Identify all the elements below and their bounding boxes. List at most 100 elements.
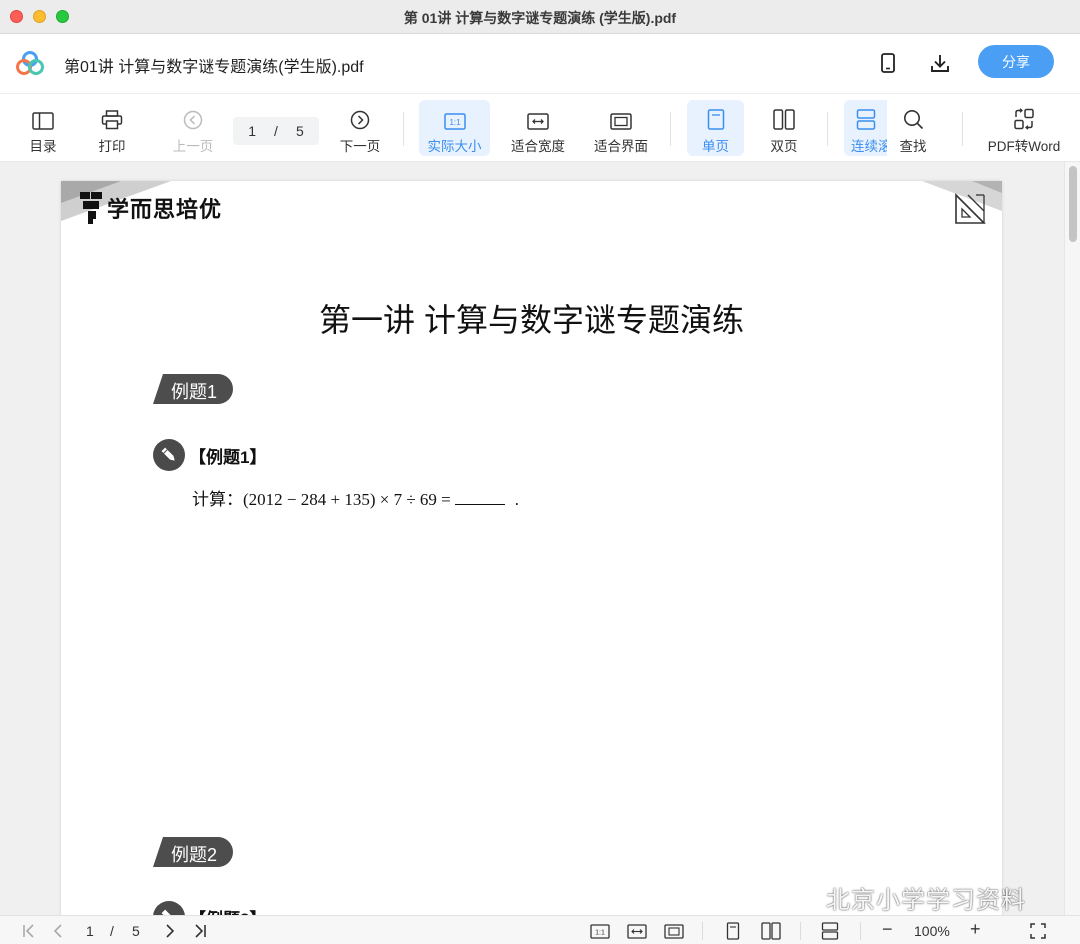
example-tab: 例题1 xyxy=(153,374,233,404)
pdf-to-word-button[interactable]: PDF转Word xyxy=(982,100,1066,156)
pdf-to-word-label: PDF转Word xyxy=(987,139,1061,154)
fit-width-icon[interactable] xyxy=(626,921,648,941)
next-page-label: 下一页 xyxy=(339,139,381,154)
ruler-triangle-icon xyxy=(955,193,986,224)
statusbar-divider xyxy=(800,922,801,940)
fit-width-label: 适合宽度 xyxy=(511,139,565,154)
problem-label: 【例题1】 xyxy=(189,447,267,467)
printer-icon xyxy=(101,104,123,130)
answer-blank xyxy=(454,491,505,505)
pencil-icon xyxy=(153,439,185,471)
catalog-label: 目录 xyxy=(29,139,57,154)
single-page-icon[interactable] xyxy=(724,921,742,941)
scrollbar-thumb[interactable] xyxy=(1069,166,1077,242)
fit-screen-icon[interactable] xyxy=(663,921,685,941)
page-number-input[interactable]: 1 / 5 xyxy=(233,117,319,145)
example-tab-label: 例题2 xyxy=(171,845,218,865)
pdf-page: 学而思培优 第一讲 计算与数字谜专题演练 例题1 【例题1】 计算：(2012 … xyxy=(61,181,1002,915)
zoom-out-button[interactable]: − xyxy=(882,919,893,940)
app-header: 第01讲 计算与数字谜专题演练(学生版).pdf 分享 xyxy=(0,34,1080,94)
continuous-scroll-button[interactable]: 连续滚 xyxy=(844,100,887,156)
single-page-icon xyxy=(707,104,725,130)
actual-size-icon: 1:1 xyxy=(443,104,466,130)
bottom-statusbar: 1 / 5 1:1 − 100% + xyxy=(0,915,1080,944)
statusbar-divider xyxy=(860,922,861,940)
current-page-number: 1 xyxy=(248,123,257,139)
window-title: 第 01讲 计算与数字谜专题演练 (学生版).pdf xyxy=(403,10,677,26)
toolbar-divider xyxy=(962,112,963,146)
actual-size-icon[interactable]: 1:1 xyxy=(589,921,611,941)
document-title: 第01讲 计算与数字谜专题演练(学生版).pdf xyxy=(64,59,364,76)
single-page-button[interactable]: 单页 xyxy=(687,100,744,156)
example-tab: 例题2 xyxy=(153,837,233,867)
watermark-text: 北京小学学习资料 xyxy=(826,887,1026,914)
problem-heading: 【例题1】 xyxy=(153,439,266,471)
document-viewport[interactable]: 学而思培优 第一讲 计算与数字谜专题演练 例题1 【例题1】 计算：(2012 … xyxy=(0,162,1080,915)
lecture-title: 第一讲 计算与数字谜专题演练 xyxy=(319,302,744,338)
fit-screen-label: 适合界面 xyxy=(594,139,648,154)
problem-text: 计算：(2012 − 284 + 135) × 7 ÷ 69 =. xyxy=(192,485,519,510)
math-expression: (2012 − 284 + 135) × 7 ÷ 69 = xyxy=(243,490,451,509)
pencil-icon xyxy=(153,901,185,915)
svg-text:1:1: 1:1 xyxy=(595,929,605,936)
single-page-label: 单页 xyxy=(702,139,729,154)
double-page-button[interactable]: 双页 xyxy=(758,100,810,156)
brand-logo-icon xyxy=(80,192,102,224)
window-titlebar: 第 01讲 计算与数字谜专题演练 (学生版).pdf xyxy=(0,0,1080,34)
search-label: 查找 xyxy=(899,139,927,154)
catalog-icon xyxy=(32,104,54,130)
zoom-in-button[interactable]: + xyxy=(970,919,981,940)
svg-text:1:1: 1:1 xyxy=(449,118,461,127)
fit-width-button[interactable]: 适合宽度 xyxy=(505,100,571,156)
arrow-right-circle-icon xyxy=(350,104,370,130)
next-page-button[interactable]: 下一页 xyxy=(333,100,387,156)
problem-suffix: . xyxy=(514,490,520,509)
actual-size-label: 实际大小 xyxy=(427,139,482,154)
brand-logo: 学而思培优 xyxy=(79,191,222,225)
status-current-page[interactable]: 1 xyxy=(86,923,94,939)
catalog-button[interactable]: 目录 xyxy=(20,100,66,156)
statusbar-divider xyxy=(702,922,703,940)
problem-heading: 【例题2】 xyxy=(153,901,266,915)
status-page-separator: / xyxy=(110,923,114,939)
prev-page-label: 上一页 xyxy=(172,139,214,154)
first-page-icon[interactable] xyxy=(20,921,38,941)
convert-icon xyxy=(1013,104,1035,130)
total-pages-number: 5 xyxy=(295,123,304,139)
last-page-icon[interactable] xyxy=(191,921,209,941)
fullscreen-icon[interactable] xyxy=(1028,921,1048,941)
continuous-scroll-icon[interactable] xyxy=(820,921,840,941)
arrow-left-circle-icon xyxy=(183,104,203,130)
download-icon[interactable] xyxy=(927,50,953,76)
problem-prefix: 计算： xyxy=(192,490,243,509)
watermark: 北京小学学习资料 xyxy=(784,880,1026,915)
wechat-icon xyxy=(785,883,819,911)
page-separator: / xyxy=(274,123,278,139)
fit-screen-button[interactable]: 适合界面 xyxy=(588,100,654,156)
print-label: 打印 xyxy=(98,139,126,154)
toolbar-divider xyxy=(403,112,404,146)
zoom-level[interactable]: 100% xyxy=(914,923,950,939)
search-button[interactable]: 查找 xyxy=(890,100,936,156)
double-page-icon xyxy=(773,104,795,130)
print-button[interactable]: 打印 xyxy=(89,100,135,156)
continuous-scroll-icon xyxy=(856,104,876,130)
phone-icon[interactable] xyxy=(875,50,901,76)
viewer-toolbar: 目录 打印 上一页 1 / 5 下一页 1:1 实际大小 适合宽度 适合界面 单… xyxy=(0,94,1080,162)
next-page-icon[interactable] xyxy=(162,921,178,941)
app-logo-icon xyxy=(16,51,44,75)
search-icon xyxy=(903,104,924,130)
prev-page-icon[interactable] xyxy=(50,921,66,941)
actual-size-button[interactable]: 1:1 实际大小 xyxy=(419,100,490,156)
toolbar-divider xyxy=(827,112,828,146)
vertical-scrollbar[interactable] xyxy=(1064,162,1080,915)
example-tab-label: 例题1 xyxy=(171,382,218,402)
continuous-scroll-label: 连续滚 xyxy=(851,139,887,154)
toolbar-divider xyxy=(670,112,671,146)
status-total-pages: 5 xyxy=(132,923,140,939)
problem-label: 【例题2】 xyxy=(189,905,266,916)
prev-page-button[interactable]: 上一页 xyxy=(166,100,220,156)
double-page-label: 双页 xyxy=(770,139,798,154)
share-button[interactable]: 分享 xyxy=(978,45,1054,78)
double-page-icon[interactable] xyxy=(760,921,782,941)
